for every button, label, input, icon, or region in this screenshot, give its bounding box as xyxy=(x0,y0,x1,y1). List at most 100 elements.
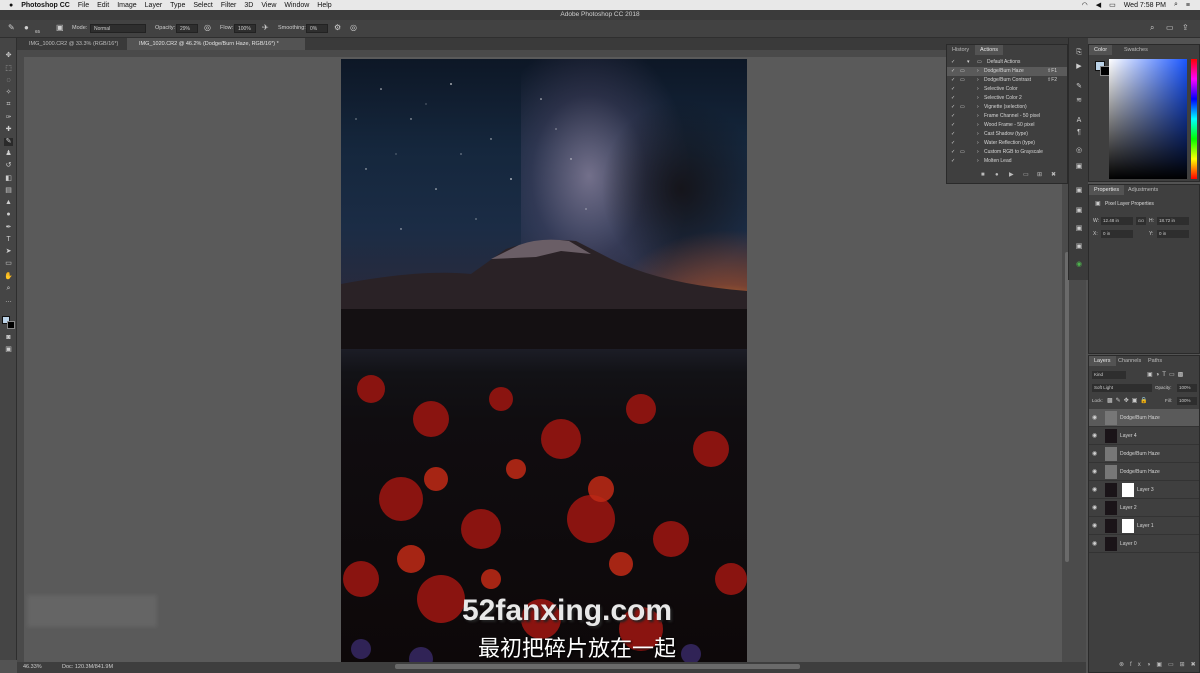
action-item[interactable]: ✓ › Cast Shadow (type) xyxy=(947,130,1067,139)
brush-tool-icon[interactable]: ✎ xyxy=(8,23,15,32)
tab-adjustments[interactable]: Adjustments xyxy=(1123,185,1163,195)
menu-layer[interactable]: Layer xyxy=(145,2,163,9)
crop-tool-icon[interactable]: ⌗ xyxy=(4,101,13,109)
clone-stamp-icon[interactable]: ♟ xyxy=(4,150,13,158)
action-item[interactable]: ✓ › Selective Color xyxy=(947,85,1067,94)
layer-opacity-input[interactable]: 100% xyxy=(1177,384,1197,392)
y-input[interactable]: 0 in xyxy=(1157,230,1189,238)
h-input[interactable]: 18.72 in xyxy=(1157,217,1189,225)
lasso-tool-icon[interactable]: ◌ xyxy=(4,77,13,85)
more-tools-icon[interactable]: … xyxy=(4,297,13,305)
eyedropper-icon[interactable]: ✑ xyxy=(4,114,13,122)
tab-color[interactable]: Color xyxy=(1089,45,1113,55)
layer-row[interactable]: ◉ Layer 4 xyxy=(1089,427,1199,445)
action-set[interactable]: ✓ ▾ ▭ Default Actions xyxy=(947,58,1067,67)
smoothing-input[interactable]: 0% xyxy=(306,24,328,33)
layer-row[interactable]: ◉ Dodge/Burn Haze xyxy=(1089,409,1199,427)
menu-type[interactable]: Type xyxy=(170,2,185,9)
layer-row[interactable]: ◉ Layer 1 xyxy=(1089,517,1199,535)
background-color-swatch[interactable] xyxy=(7,321,15,329)
tab-img-1000[interactable]: IMG_1000.CR2 @ 33.3% (RGB/16*) xyxy=(17,38,125,50)
plugin-icon-3[interactable]: ▣ xyxy=(1074,206,1084,215)
vertical-scroll-thumb[interactable] xyxy=(1065,252,1069,562)
menu-edit[interactable]: Edit xyxy=(97,2,109,9)
hue-slider[interactable] xyxy=(1191,59,1197,179)
dodge-icon[interactable]: ● xyxy=(4,211,13,219)
action-item[interactable]: ✓ ▭ › Custom RGB to Grayscale xyxy=(947,148,1067,157)
type-tool-icon[interactable]: T xyxy=(4,236,13,244)
actions-icon[interactable]: ▶ xyxy=(1074,62,1084,71)
action-item[interactable]: ✓ › Molten Lead xyxy=(947,157,1067,166)
layer-mask-thumbnail[interactable] xyxy=(1122,483,1134,497)
tab-properties[interactable]: Properties xyxy=(1089,185,1125,195)
history-brush-icon[interactable]: ↺ xyxy=(4,162,13,170)
menu-3d[interactable]: 3D xyxy=(244,2,253,9)
layer-filter-icons[interactable]: ▣◑T▭▩ xyxy=(1147,371,1186,378)
share-icon[interactable]: ⇪ xyxy=(1182,23,1189,32)
brush-icon[interactable]: ✎ xyxy=(4,138,13,146)
screen-mode-icon[interactable]: ▣ xyxy=(4,346,13,354)
pen-icon[interactable]: ✒ xyxy=(4,224,13,232)
horizontal-scroll-thumb[interactable] xyxy=(395,664,800,669)
marquee-tool-icon[interactable]: ⬚ xyxy=(4,65,13,73)
new-action-icon[interactable]: ⊞ xyxy=(1037,171,1042,180)
action-item[interactable]: ✓ › Water Reflection (type) xyxy=(947,139,1067,148)
ruler-vertical[interactable] xyxy=(17,57,24,662)
x-input[interactable]: 0 in xyxy=(1101,230,1133,238)
layer-row[interactable]: ◉ Dodge/Burn Haze xyxy=(1089,463,1199,481)
tab-swatches[interactable]: Swatches xyxy=(1119,45,1153,55)
layer-row[interactable]: ◉ Layer 2 xyxy=(1089,499,1199,517)
action-item[interactable]: ✓ ▭ › Vignette (selection) xyxy=(947,103,1067,112)
stop-icon[interactable]: ■ xyxy=(981,171,985,180)
tab-layers[interactable]: Layers xyxy=(1089,356,1116,366)
action-item[interactable]: ✓ › Selective Color 2 xyxy=(947,94,1067,103)
battery-icon[interactable]: ▭ xyxy=(1109,1,1116,9)
plugin-icon-2[interactable]: ▣ xyxy=(1074,186,1084,195)
gear-icon[interactable]: ⚙ xyxy=(334,23,341,32)
wifi-icon[interactable]: ◠ xyxy=(1082,1,1088,9)
w-input[interactable]: 12.48 in xyxy=(1101,217,1133,225)
color-field[interactable] xyxy=(1109,59,1187,179)
eye-icon[interactable]: ◉ xyxy=(1092,427,1098,445)
layer-row[interactable]: ◉ Layer 3 xyxy=(1089,481,1199,499)
menu-file[interactable]: File xyxy=(78,2,89,9)
tab-channels[interactable]: Channels xyxy=(1113,356,1146,366)
menu-window[interactable]: Window xyxy=(284,2,309,9)
clock[interactable]: Wed 7:58 PM xyxy=(1124,2,1166,9)
record-icon[interactable]: ● xyxy=(995,171,999,180)
brush-settings-icon[interactable]: ✎ xyxy=(1074,82,1084,91)
menu-filter[interactable]: Filter xyxy=(221,2,237,9)
tab-img-1020[interactable]: IMG_1020.CR2 @ 46.2% (Dodge/Burn Haze, R… xyxy=(127,38,305,50)
layer-row[interactable]: ◉ Layer 0 xyxy=(1089,535,1199,553)
eye-icon[interactable]: ◉ xyxy=(1092,445,1098,463)
zoom-level[interactable]: 46.33% xyxy=(23,664,42,670)
eye-icon[interactable]: ◉ xyxy=(1092,535,1098,553)
volume-icon[interactable]: ◀ xyxy=(1096,1,1101,9)
brushes-icon[interactable]: ≋ xyxy=(1074,96,1084,105)
eye-icon[interactable]: ◉ xyxy=(1092,499,1098,517)
new-set-icon[interactable]: ▭ xyxy=(1023,171,1029,180)
opacity-input[interactable]: 29% xyxy=(176,24,198,33)
link-button[interactable]: GO xyxy=(1136,217,1146,225)
rectangle-icon[interactable]: ▭ xyxy=(4,260,13,268)
character-icon[interactable]: A xyxy=(1074,116,1084,125)
history-icon[interactable]: ⎘ xyxy=(1074,48,1084,57)
blur-icon[interactable]: ▲ xyxy=(4,199,13,207)
pressure-opacity-icon[interactable]: ◎ xyxy=(204,23,211,32)
tab-actions[interactable]: Actions xyxy=(975,45,1004,55)
document-image[interactable] xyxy=(341,59,747,663)
action-item[interactable]: ✓ ▭ › Dodge/Burn Haze ⇧F1 xyxy=(947,67,1067,76)
apple-icon[interactable]: ● xyxy=(9,2,13,9)
brush-panel-icon[interactable]: ▣ xyxy=(56,23,64,32)
mode-select[interactable]: Normal xyxy=(90,24,146,33)
action-item[interactable]: ✓ ▭ › Dodge/Burn Contrast ⇧F2 xyxy=(947,76,1067,85)
gradient-icon[interactable]: ▤ xyxy=(4,187,13,195)
eraser-icon[interactable]: ◧ xyxy=(4,175,13,183)
layer-row[interactable]: ◉ Dodge/Burn Haze xyxy=(1089,445,1199,463)
blend-mode-select[interactable]: Soft Light xyxy=(1092,384,1152,392)
fill-input[interactable]: 100% xyxy=(1177,397,1197,405)
tab-history[interactable]: History xyxy=(947,45,974,55)
layer-filter-kind[interactable]: Kind xyxy=(1092,371,1126,379)
search-icon[interactable]: ⌕ xyxy=(1150,23,1154,33)
eye-icon[interactable]: ◉ xyxy=(1092,481,1098,499)
